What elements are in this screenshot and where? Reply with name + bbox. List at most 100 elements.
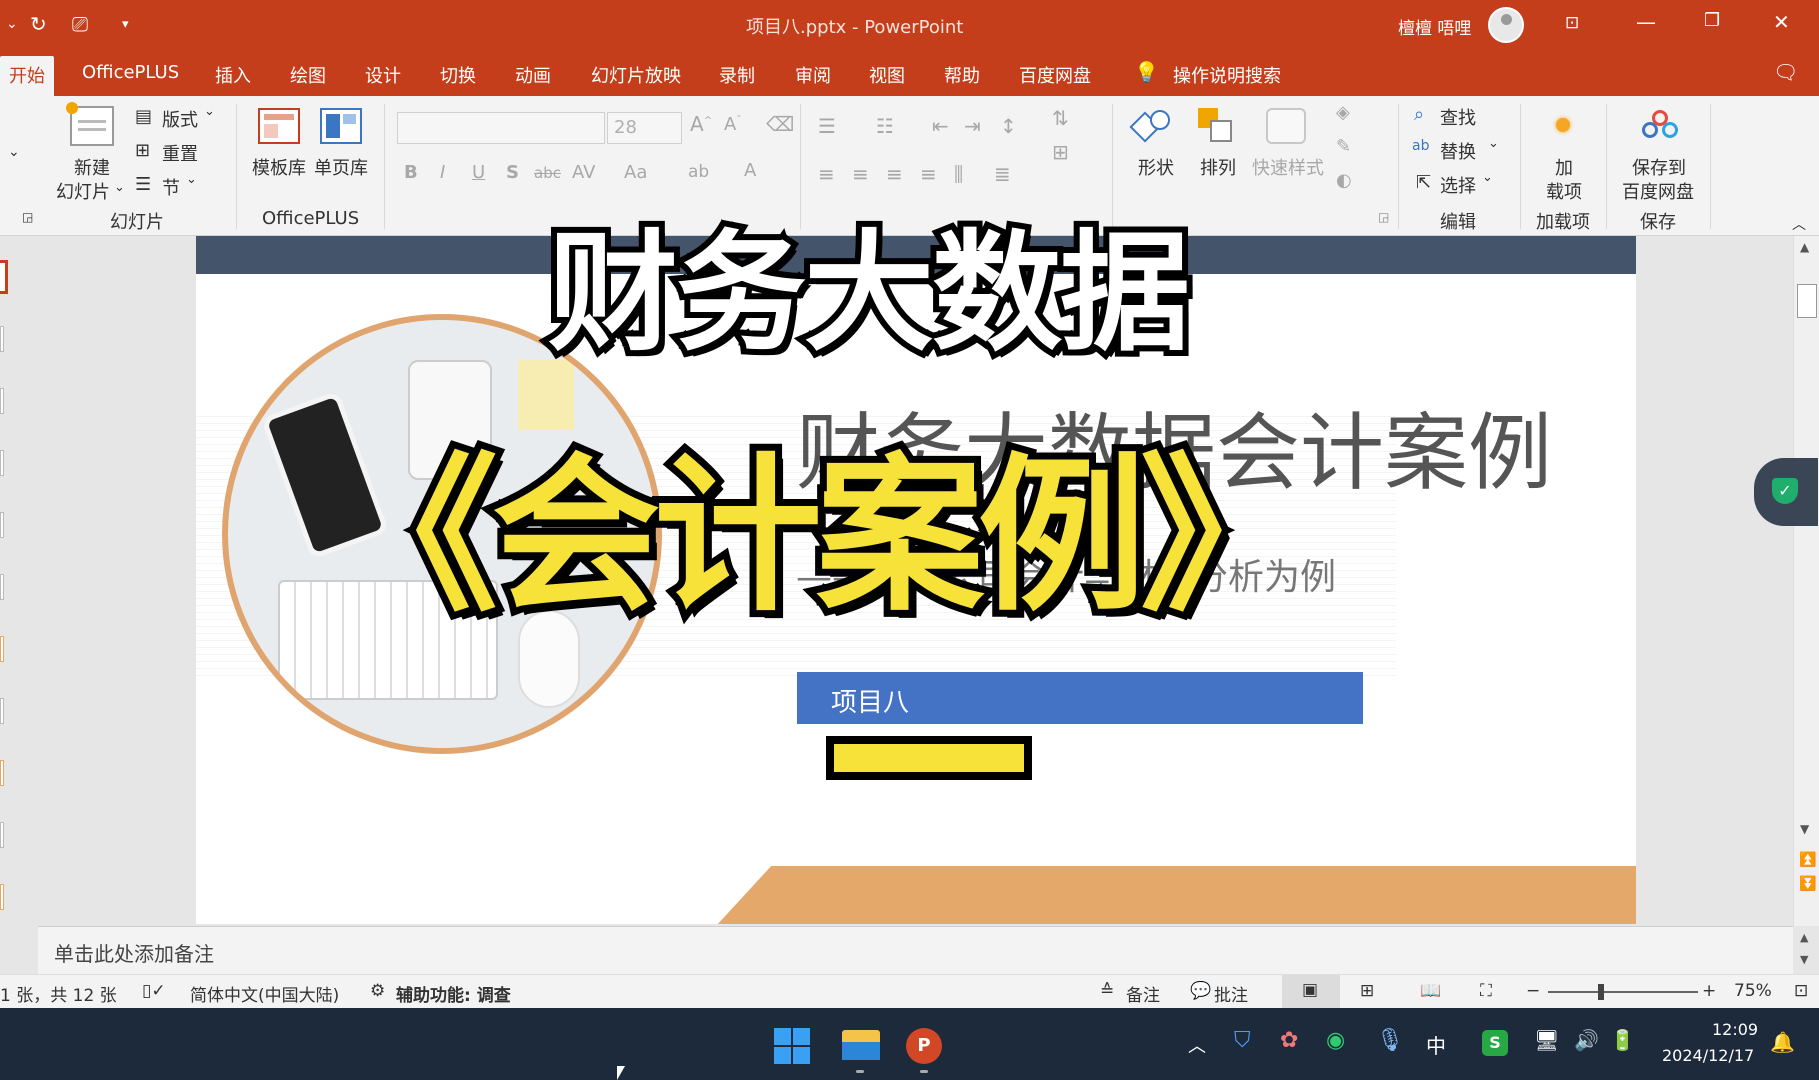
baidu-cloud-icon[interactable]: [1640, 110, 1680, 142]
quick-styles-icon[interactable]: [1266, 108, 1306, 144]
tab-draw[interactable]: 绘图: [290, 62, 326, 88]
zoom-slider-thumb[interactable]: [1598, 984, 1604, 1000]
single-page-lib-button[interactable]: 单页库: [314, 154, 368, 180]
shape-outline-icon[interactable]: ✎: [1336, 136, 1351, 157]
notes-pane[interactable]: 单击此处添加备注 ▲ ▼: [38, 926, 1808, 974]
tray-expand-icon[interactable]: ︿: [1188, 1032, 1206, 1058]
thumbnail[interactable]: [0, 574, 4, 600]
underline-button[interactable]: U: [472, 162, 485, 183]
addins-label-2[interactable]: 载项: [1546, 178, 1582, 204]
font-name-field[interactable]: [397, 112, 605, 144]
tab-officeplus[interactable]: OfficePLUS: [82, 62, 179, 83]
tab-transitions[interactable]: 切换: [440, 62, 476, 88]
project-label-box[interactable]: 项目八: [797, 672, 1363, 724]
accessibility-icon[interactable]: ⚙: [370, 981, 385, 1001]
windows-start-icon[interactable]: [774, 1028, 810, 1064]
slide-sorter-icon[interactable]: ⊞: [1360, 981, 1374, 1001]
strike-button[interactable]: abc: [534, 164, 561, 182]
notes-toggle-icon[interactable]: ≙: [1100, 981, 1114, 1001]
slideshow-icon[interactable]: ⛶: [1480, 981, 1492, 1001]
app-tray-icon[interactable]: ✿: [1280, 1028, 1298, 1053]
select-button[interactable]: 选择: [1440, 172, 1476, 198]
justify-icon[interactable]: ≡: [920, 162, 937, 186]
next-slide-icon[interactable]: ⏬: [1799, 876, 1816, 892]
tab-review[interactable]: 审阅: [795, 62, 831, 88]
comments-toggle[interactable]: 批注: [1214, 981, 1248, 1006]
customize-qat-icon[interactable]: ▾: [122, 17, 129, 32]
clear-format-icon[interactable]: ⌫: [766, 112, 794, 136]
chevron-down-icon[interactable]: ⌄: [186, 172, 197, 187]
network-icon[interactable]: 🖥: [1534, 1028, 1559, 1052]
save-baidu-label-1[interactable]: 保存到: [1632, 154, 1686, 180]
presenter-icon[interactable]: ⎚: [72, 12, 88, 36]
shape-effects-icon[interactable]: ◐: [1336, 170, 1352, 191]
thumbnail[interactable]: [0, 512, 4, 538]
bullets-icon[interactable]: ☰: [818, 114, 836, 138]
single-page-lib-icon[interactable]: [320, 108, 362, 144]
restore-icon[interactable]: ❐: [1704, 10, 1720, 31]
tab-home[interactable]: 开始: [0, 56, 54, 96]
template-lib-button[interactable]: 模板库: [252, 154, 306, 180]
tab-baidu[interactable]: 百度网盘: [1019, 62, 1091, 88]
thumbnail[interactable]: [0, 698, 4, 724]
reset-icon[interactable]: ⊞: [135, 140, 150, 161]
minimize-icon[interactable]: —: [1636, 10, 1656, 34]
tab-help[interactable]: 帮助: [944, 62, 980, 88]
align-right-icon[interactable]: ≡: [886, 162, 903, 186]
search-icon[interactable]: ⌕: [1414, 104, 1424, 125]
notes-toggle[interactable]: 备注: [1126, 981, 1160, 1006]
align-center-icon[interactable]: ≡: [852, 162, 869, 186]
save-baidu-label-2[interactable]: 百度网盘: [1622, 178, 1694, 204]
microphone-icon[interactable]: 🎙: [1376, 1028, 1404, 1053]
select-cursor-icon[interactable]: ⇱: [1416, 172, 1431, 193]
notification-icon[interactable]: 🔔: [1770, 1030, 1795, 1054]
accessibility-status[interactable]: 辅助功能: 调查: [396, 981, 511, 1006]
tab-slideshow[interactable]: 幻灯片放映: [591, 62, 681, 88]
scroll-thumb[interactable]: [1797, 284, 1817, 318]
spellcheck-icon[interactable]: ▯✓: [142, 981, 166, 1001]
quick-styles-button[interactable]: 快速样式: [1252, 154, 1324, 180]
highlight-icon[interactable]: ab: [688, 162, 709, 182]
thumbnail[interactable]: [0, 326, 4, 352]
close-icon[interactable]: ✕: [1773, 10, 1790, 34]
thumbnail[interactable]: [0, 822, 4, 848]
reading-view-icon[interactable]: 📖: [1420, 981, 1441, 1001]
section-icon[interactable]: ☰: [135, 174, 151, 195]
layout-button[interactable]: 版式: [162, 106, 198, 132]
new-slide-icon[interactable]: [66, 102, 114, 146]
tab-record[interactable]: 录制: [719, 62, 755, 88]
notes-scroll-up-icon[interactable]: ▲: [1800, 931, 1808, 944]
zoom-out-icon[interactable]: −: [1526, 981, 1540, 1001]
bold-button[interactable]: B: [404, 162, 418, 183]
grow-font-icon[interactable]: A^: [690, 112, 712, 136]
slide-thumbnails[interactable]: [0, 236, 38, 926]
powerpoint-app-icon[interactable]: P: [906, 1028, 942, 1064]
qat-menu-icon[interactable]: ⌄: [6, 16, 18, 32]
shape-fill-icon[interactable]: ◈: [1336, 102, 1350, 123]
align-text-icon[interactable]: ⊞: [1052, 140, 1069, 164]
spacing-button[interactable]: AV: [572, 162, 595, 183]
zoom-level[interactable]: 75%: [1734, 981, 1772, 1001]
collapse-ribbon-icon[interactable]: ︿: [1792, 214, 1806, 234]
prev-slide-icon[interactable]: ⏫: [1799, 852, 1816, 868]
reset-button[interactable]: 重置: [162, 140, 198, 166]
ime-indicator[interactable]: 中: [1426, 1030, 1446, 1059]
chevron-down-icon[interactable]: ⌄: [1488, 136, 1499, 151]
chevron-down-icon[interactable]: ⌄: [1482, 170, 1493, 185]
zoom-in-icon[interactable]: +: [1702, 981, 1716, 1001]
collapse-chevron-icon[interactable]: ⌄: [8, 144, 20, 160]
tab-insert[interactable]: 插入: [215, 62, 251, 88]
clock-date[interactable]: 2024/12/17: [1662, 1046, 1754, 1065]
case-button[interactable]: Aa: [624, 162, 647, 183]
new-slide-label-2[interactable]: 幻灯片: [56, 178, 110, 204]
sogou-icon[interactable]: S: [1482, 1030, 1508, 1056]
zoom-slider[interactable]: [1548, 984, 1698, 1000]
addins-icon[interactable]: [1556, 118, 1570, 132]
scroll-down-icon[interactable]: ▼: [1800, 822, 1809, 836]
increase-indent-icon[interactable]: ⇥: [964, 114, 981, 138]
decrease-indent-icon[interactable]: ⇤: [932, 114, 949, 138]
vertical-scrollbar[interactable]: ▲ ▼ ⏫ ⏬: [1793, 236, 1819, 926]
dialog-launcher-icon[interactable]: ◲: [1378, 210, 1389, 224]
shrink-font-icon[interactable]: Aˇ: [724, 114, 741, 135]
chevron-down-icon[interactable]: ⌄: [204, 104, 215, 119]
